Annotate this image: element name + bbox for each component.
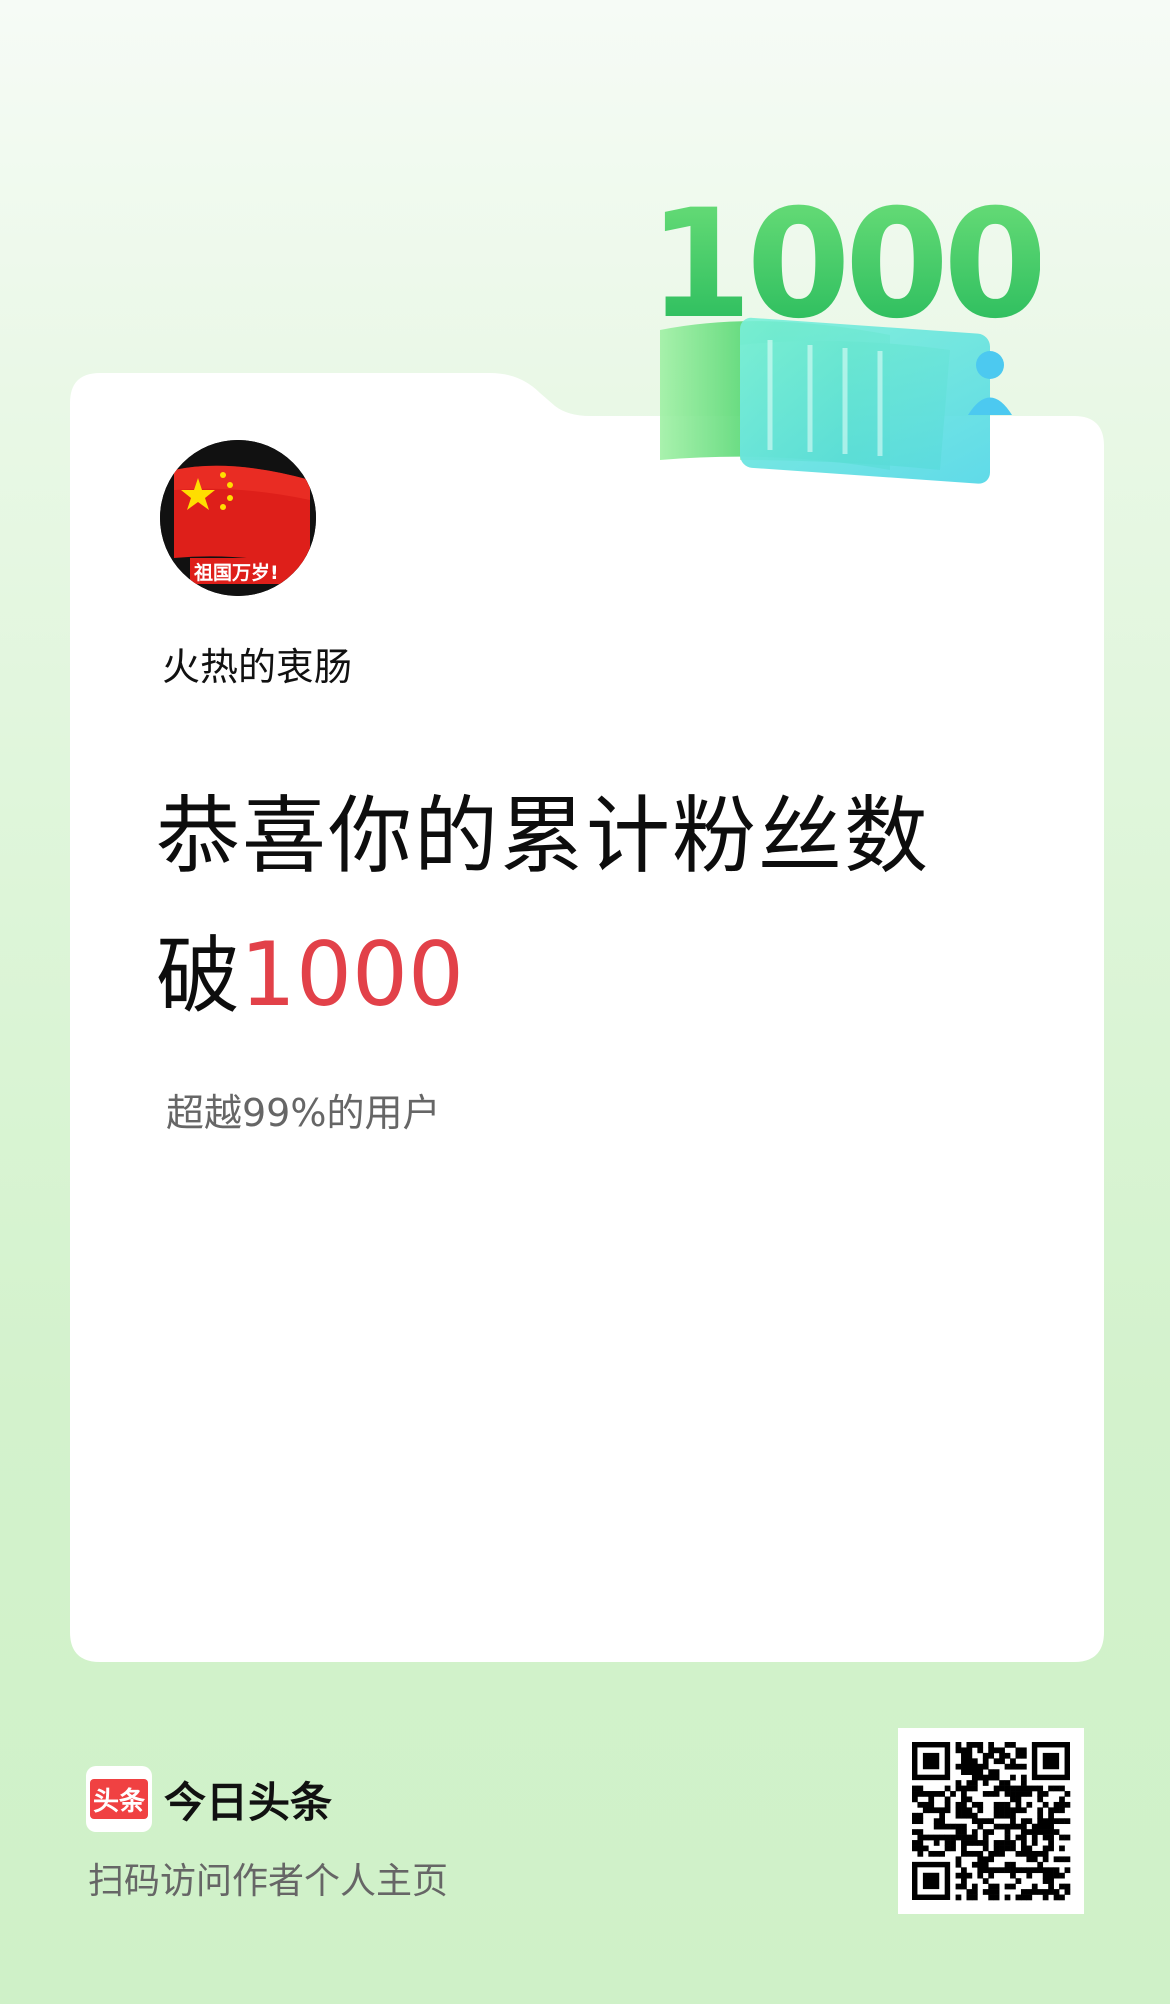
author-avatar[interactable]: 祖国万岁! (160, 440, 316, 596)
app-logo: 头条 今日头条 (86, 1766, 332, 1832)
author-name: 火热的衷肠 (162, 645, 353, 689)
percentile-text: 超越99%的用户 (166, 1091, 441, 1135)
qr-code[interactable] (898, 1728, 1084, 1914)
logo-mark: 头条 (90, 1779, 148, 1819)
avatar-caption: 祖国万岁! (193, 561, 279, 584)
toutiao-logo-icon: 头条 (86, 1766, 152, 1832)
headline-prefix: 破 (156, 927, 241, 1025)
headline-line2: 破1000 (156, 925, 464, 1026)
headline-line1: 恭喜你的累计粉丝数 (156, 787, 931, 885)
scan-hint: 扫码访问作者个人主页 (88, 1861, 449, 1902)
follower-count: 1000 (240, 923, 464, 1026)
milestone-1000-badge: 1000 (648, 178, 1040, 484)
app-name: 今日头条 (164, 1777, 333, 1827)
user-silhouette-icon (976, 351, 1004, 379)
